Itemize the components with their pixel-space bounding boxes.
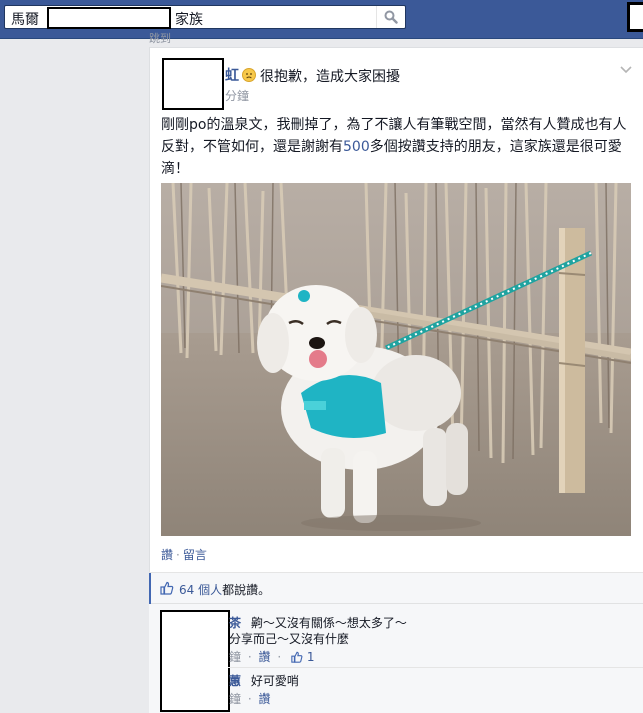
search-query-suffix: 家族 <box>175 12 203 28</box>
comment-1-like-count[interactable]: 1 <box>307 650 315 664</box>
top-navigation-bar: 馬爾 家族 <box>0 0 643 39</box>
post-text-number: 500 <box>343 139 370 155</box>
comment-1-separator-2: · <box>277 650 282 664</box>
comment-1-author[interactable]: 茶 <box>229 616 241 630</box>
search-icon <box>384 10 398 24</box>
comment-2-time[interactable]: 鐘 <box>229 692 241 706</box>
chevron-down-icon[interactable] <box>620 66 632 74</box>
comment-1-time[interactable]: 鐘 <box>229 650 241 664</box>
dog-photo-illustration <box>161 183 631 536</box>
comment-2-text: 好可愛哨 <box>250 674 299 688</box>
search-query-prefix: 馬爾 <box>11 12 39 28</box>
redacted-search-text <box>47 7 171 29</box>
likes-count-link[interactable]: 64 個人 <box>179 583 222 597</box>
action-separator: · <box>176 548 180 562</box>
post-photo[interactable] <box>161 183 631 536</box>
post-timestamp[interactable]: 分鐘 <box>225 87 249 104</box>
post-feeling: 很抱歉，造成大家困擾 <box>260 69 400 85</box>
post-author-avatar[interactable] <box>162 58 224 110</box>
like-link[interactable]: 讚 <box>161 548 173 562</box>
likes-summary: 64 個人都說讚。 <box>149 572 643 604</box>
comment-link[interactable]: 留言 <box>183 548 207 562</box>
comment-2-meta: 鐘 · 讚 <box>229 690 271 707</box>
commenter-avatar[interactable] <box>160 610 230 712</box>
like-thumb-icon <box>291 651 303 663</box>
comment-2-like-link[interactable]: 讚 <box>259 692 271 706</box>
comment-1-line-2: 分享而己～又沒有什麼 <box>229 632 350 646</box>
sad-emoji-icon <box>242 68 256 82</box>
comment-2-author[interactable]: 蕙 <box>229 674 241 688</box>
comment-1-line-1: 茶 齁～又沒有關係～想太多了～ <box>229 614 407 631</box>
like-thumb-icon <box>160 581 174 595</box>
likes-accent-bar <box>149 573 151 604</box>
search-button[interactable] <box>376 6 405 28</box>
search-box[interactable]: 馬爾 家族 <box>4 5 406 29</box>
likes-text: 64 個人都說讚。 <box>179 581 270 598</box>
post-text: 剛剛po的溫泉文，我刪掉了，為了不讓人有筆戰空間，當然有人贊成也有人反對，不管如… <box>161 114 631 180</box>
comment-2-line-1: 蕙 好可愛哨 <box>229 672 299 689</box>
comment-divider <box>228 667 643 668</box>
likes-suffix: 都說讚。 <box>222 583 271 597</box>
post-actions: 讚 · 留言 <box>161 546 207 563</box>
header-fragment-label: 跳到 <box>149 32 171 45</box>
comment-1-text: 齁～又沒有關係～想太多了～ <box>250 616 407 630</box>
comment-2-separator: · <box>247 692 252 706</box>
comment-1-like-link[interactable]: 讚 <box>259 650 271 664</box>
comment-1-separator: · <box>247 650 252 664</box>
redacted-profile-area <box>627 2 643 32</box>
post-author-name[interactable]: 虹 <box>225 65 239 85</box>
comment-1-meta: 鐘 · 讚 · 1 <box>229 648 314 665</box>
